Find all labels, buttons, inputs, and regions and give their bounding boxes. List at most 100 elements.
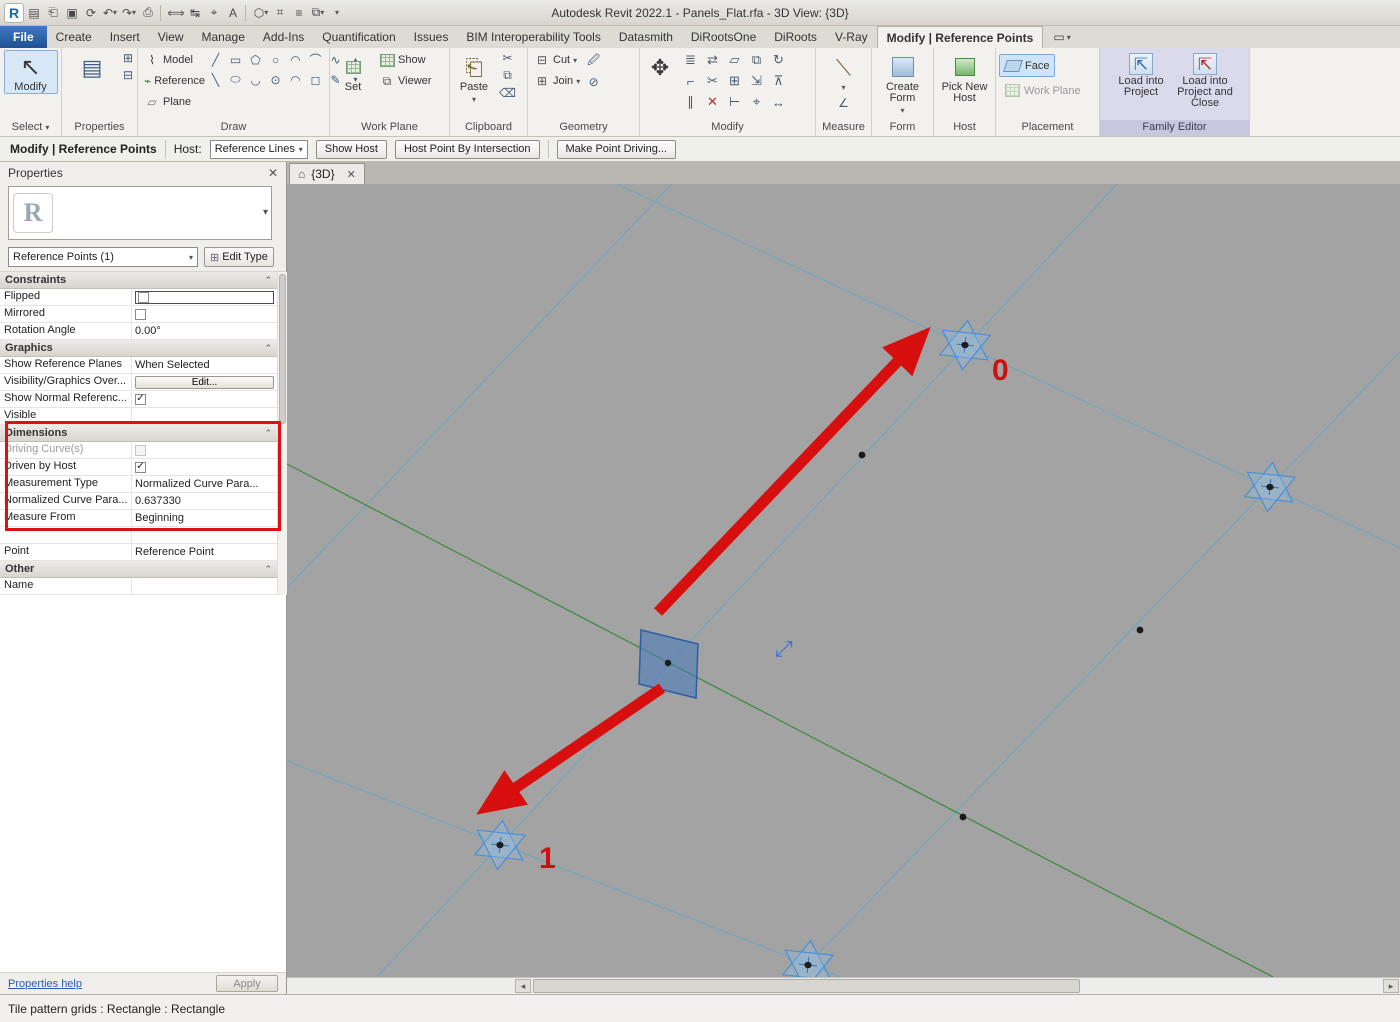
rotate-icon[interactable]: ↻ xyxy=(768,50,789,70)
collapse-icon[interactable]: ⌃ xyxy=(264,564,272,575)
host-dropdown[interactable]: Reference Lines ▾ xyxy=(209,139,308,159)
split-icon[interactable]: ✂ xyxy=(702,71,723,91)
close-icon[interactable]: ✕ xyxy=(268,166,278,180)
placement-face-button[interactable]: Face xyxy=(999,54,1056,77)
selected-panel-element[interactable] xyxy=(638,629,699,699)
draw-line-icon[interactable]: ╱ xyxy=(206,50,225,69)
family-category-icon[interactable]: ⊟ xyxy=(122,67,134,83)
load-into-project-and-close-button[interactable]: ⇱ Load into Project and Close xyxy=(1173,50,1237,110)
join-geometry-button[interactable]: ⊞ Join ▾ xyxy=(531,71,583,91)
close-view-icon[interactable]: ✕ xyxy=(347,168,356,181)
panel-footer-family-editor[interactable]: Family Editor xyxy=(1100,120,1249,136)
draw-tangent-arc-icon[interactable]: ◠ xyxy=(286,70,305,89)
scroll-right-icon[interactable]: ▸ xyxy=(1383,979,1399,993)
show-normal-reference-checkbox[interactable] xyxy=(135,393,146,405)
draw-pick-line-icon[interactable]: ╲ xyxy=(206,70,225,89)
tab-datasmith[interactable]: Datasmith xyxy=(610,26,682,48)
collapse-icon[interactable]: ⌃ xyxy=(264,428,272,439)
draw-ellipse-icon[interactable]: ⬭ xyxy=(226,70,245,89)
property-group-dimensions[interactable]: Dimensions ⌃ xyxy=(0,425,277,442)
tab-manage[interactable]: Manage xyxy=(193,26,254,48)
open-icon[interactable]: ⎗ xyxy=(44,4,62,22)
properties-toggle-button[interactable]: ▤ xyxy=(65,50,119,82)
load-into-project-button[interactable]: ⇱ Load into Project xyxy=(1112,50,1170,99)
draw-arc-icon[interactable]: ◠ xyxy=(286,50,305,69)
visibility-edit-button[interactable]: Edit... xyxy=(135,375,274,389)
draw-pick-face-icon[interactable]: ◻ xyxy=(306,70,325,89)
undo-icon[interactable]: ↶ ▾ xyxy=(101,4,119,22)
host-point-by-intersection-button[interactable]: Host Point By Intersection xyxy=(394,139,540,159)
measurement-type-value[interactable]: Normalized Curve Para... xyxy=(132,476,277,492)
section-icon[interactable]: ⌗ xyxy=(271,4,289,22)
draw-plane-button[interactable]: ▱ Plane xyxy=(141,92,203,112)
property-group-graphics[interactable]: Graphics ⌃ xyxy=(0,340,277,357)
align-icon[interactable]: ≣ xyxy=(680,50,701,70)
match-properties-icon[interactable]: ⌫ xyxy=(498,85,517,101)
driven-by-host-checkbox[interactable] xyxy=(135,461,146,473)
show-host-button[interactable]: Show Host xyxy=(315,139,387,159)
name-value[interactable] xyxy=(132,578,277,594)
panel-footer-modify[interactable]: Modify xyxy=(640,120,815,136)
draw-partial-ellipse-icon[interactable]: ◡ xyxy=(246,70,265,89)
panel-footer-work-plane[interactable]: Work Plane xyxy=(330,120,449,136)
set-work-plane-button[interactable]: Set xyxy=(333,50,373,94)
show-work-plane-button[interactable]: Show xyxy=(376,50,434,70)
tab-quantification[interactable]: Quantification xyxy=(313,26,404,48)
app-menu-icon[interactable]: ▤ xyxy=(25,4,43,22)
view-tab-3d[interactable]: ⌂ {3D} ✕ xyxy=(289,163,365,184)
properties-scrollbar[interactable] xyxy=(277,272,287,595)
paste-button[interactable]: ⎗ Paste ▾ xyxy=(453,50,495,106)
aligned-dimension-icon[interactable]: ↹ xyxy=(186,4,204,22)
reference-point-1[interactable] xyxy=(473,818,527,872)
text-icon[interactable]: A xyxy=(224,4,242,22)
scrollbar-thumb[interactable] xyxy=(279,274,286,424)
flipped-field[interactable] xyxy=(132,289,277,305)
default-3d-view-icon[interactable]: ⬡ ▾ xyxy=(252,4,270,22)
move-button[interactable]: ✥ xyxy=(643,50,677,82)
cut-geometry-button[interactable]: ⊟ Cut ▾ xyxy=(531,50,583,70)
collapse-icon[interactable]: ⌃ xyxy=(264,275,272,286)
tab-vray[interactable]: V-Ray xyxy=(826,26,877,48)
reference-point-bottom[interactable] xyxy=(781,938,835,977)
tab-add-ins[interactable]: Add-Ins xyxy=(254,26,313,48)
show-reference-planes-value[interactable]: When Selected xyxy=(132,357,277,373)
sync-icon[interactable]: ⟳ xyxy=(82,4,100,22)
measure-from-value[interactable]: Beginning xyxy=(132,510,277,526)
family-types-icon[interactable]: ⊞ xyxy=(122,50,134,66)
redo-icon[interactable]: ↷ ▾ xyxy=(120,4,138,22)
scroll-left-icon[interactable]: ◂ xyxy=(515,979,531,993)
panel-footer-host[interactable]: Host xyxy=(934,120,995,136)
tab-modify-reference-points[interactable]: Modify | Reference Points xyxy=(876,26,1044,48)
point-value[interactable]: Reference Point xyxy=(132,544,277,560)
customize-qat-icon[interactable]: ▾ xyxy=(328,4,346,22)
type-selector[interactable]: R ▾ xyxy=(8,186,272,240)
element-filter-dropdown[interactable]: Reference Points (1) ▾ xyxy=(8,247,198,267)
switch-windows-icon[interactable]: ⧉ ▾ xyxy=(309,4,327,22)
panel-footer-select[interactable]: Select ▾ xyxy=(0,120,61,136)
measure-button[interactable]: ⟍ ▾ xyxy=(824,50,864,94)
properties-help-link[interactable]: Properties help xyxy=(8,978,82,990)
collapse-icon[interactable]: ⌃ xyxy=(264,343,272,354)
horizontal-scrollbar[interactable]: ◂ ▸ xyxy=(287,977,1400,994)
revit-logo-icon[interactable]: R xyxy=(4,2,24,23)
draw-polygon-icon[interactable]: ⬠ xyxy=(246,50,265,69)
tab-file[interactable]: File xyxy=(0,26,47,48)
tab-diroots[interactable]: DiRoots xyxy=(765,26,826,48)
rotation-angle-value[interactable]: 0.00° xyxy=(132,323,277,339)
print-icon[interactable]: ⎙ xyxy=(139,4,157,22)
array-icon[interactable]: ⊞ xyxy=(724,71,745,91)
scrollbar-thumb[interactable] xyxy=(533,979,1080,993)
normalized-curve-parameter-value[interactable]: 0.637330 xyxy=(132,493,277,509)
thin-lines-icon[interactable]: ≡ xyxy=(290,4,308,22)
placement-work-plane-button[interactable]: Work Plane xyxy=(999,79,1087,102)
offset-icon[interactable]: ⇄ xyxy=(702,50,723,70)
copy-to-clipboard-icon[interactable]: ⧉ xyxy=(498,67,517,84)
panel-footer-properties[interactable]: Properties xyxy=(62,120,137,136)
tag-icon[interactable]: ⌖ xyxy=(205,4,223,22)
draw-rectangle-icon[interactable]: ▭ xyxy=(226,50,245,69)
save-icon[interactable]: ▣ xyxy=(63,4,81,22)
draw-model-button[interactable]: ⌇ Model xyxy=(141,50,203,70)
cut-to-clipboard-icon[interactable]: ✂ xyxy=(498,50,517,66)
tab-issues[interactable]: Issues xyxy=(405,26,458,48)
draw-fillet-arc-icon[interactable]: ⌒ xyxy=(306,50,325,69)
